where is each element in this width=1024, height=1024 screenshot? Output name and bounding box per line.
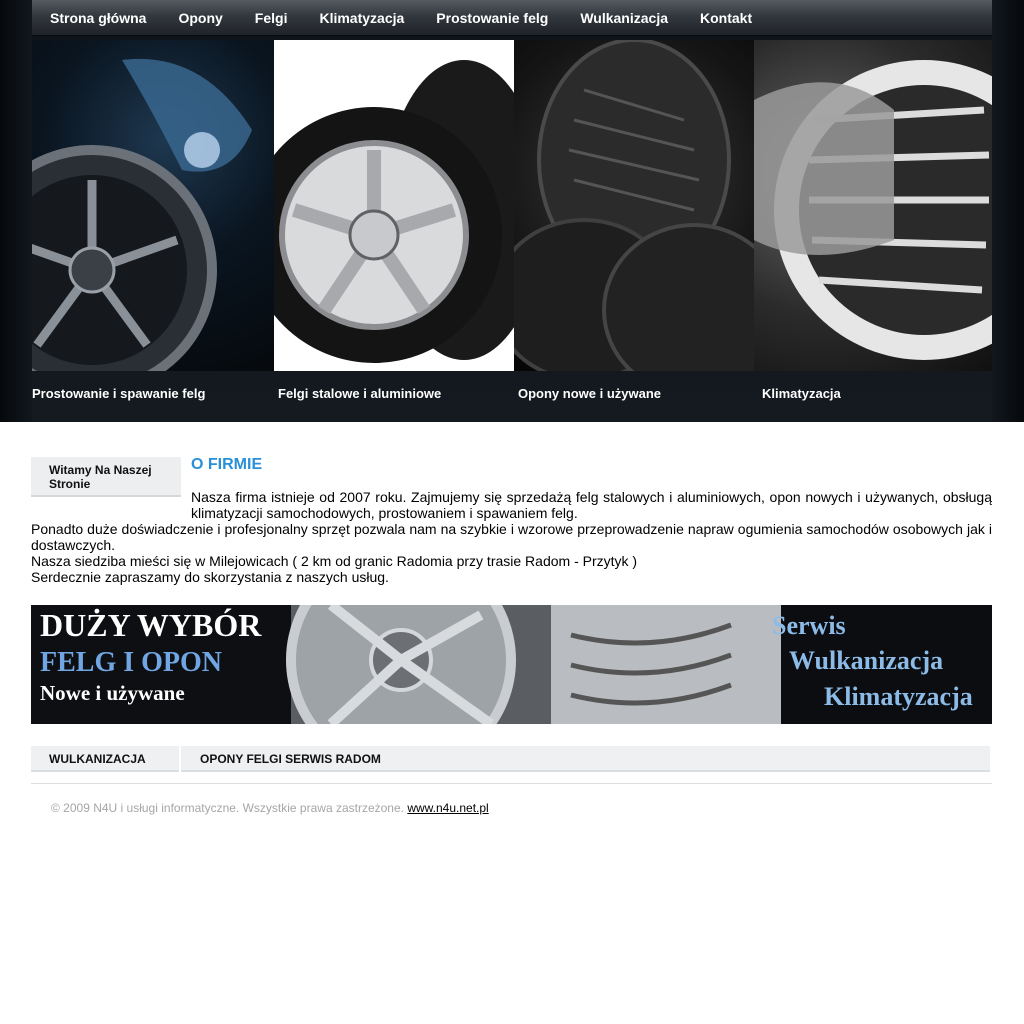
- alloy-rim-image[interactable]: [274, 40, 514, 371]
- promo-right-3: Klimatyzacja: [824, 682, 973, 711]
- footer-tabs: WULKANIZACJA OPONY FELGI SERWIS RADOM: [31, 746, 990, 772]
- air-conditioning-image[interactable]: [754, 40, 992, 371]
- nav-air-conditioning[interactable]: Klimatyzacja: [319, 0, 404, 36]
- panel-labels: Prostowanie i spawanie felg Felgi stalow…: [32, 380, 992, 410]
- paragraph-1: Nasza firma istnieje od 2007 roku. Zajmu…: [191, 489, 992, 521]
- promo-banner: DUŻY WYBÓR FELG I OPON Nowe i używane Se…: [31, 605, 992, 724]
- main-nav: Strona główna Opony Felgi Klimatyzacja P…: [32, 0, 992, 36]
- tab-tires-rims-service[interactable]: OPONY FELGI SERWIS RADOM: [200, 746, 381, 772]
- paragraph-2: Ponadto duże doświadczenie i profesjonal…: [31, 521, 992, 553]
- promo-right-1: Serwis: [772, 611, 846, 640]
- copyright-text: © 2009 N4U i usługi informatyczne. Wszys…: [51, 801, 404, 815]
- promo-right-2: Wulkanizacja: [789, 646, 944, 675]
- footer-divider: [31, 783, 992, 784]
- welding-rim-image[interactable]: [32, 40, 274, 371]
- nav-rim-straightening[interactable]: Prostowanie felg: [436, 0, 548, 36]
- section-title: O FIRMIE: [191, 456, 263, 473]
- nav-vulcanization[interactable]: Wulkanizacja: [580, 0, 668, 36]
- promo-line-3: Nowe i używane: [40, 681, 185, 705]
- nav-tires[interactable]: Opony: [178, 0, 222, 36]
- banner-panels: [32, 40, 992, 371]
- panel-label-tires[interactable]: Opony nowe i używane: [518, 386, 661, 401]
- panel-label-air-conditioning[interactable]: Klimatyzacja: [762, 386, 841, 401]
- copyright: © 2009 N4U i usługi informatyczne. Wszys…: [51, 801, 489, 815]
- footer-link[interactable]: www.n4u.net.pl: [407, 801, 488, 815]
- tires-image[interactable]: [514, 40, 754, 371]
- company-description: Nasza firma istnieje od 2007 roku. Zajmu…: [31, 489, 992, 585]
- welcome-label: Witamy Na Naszej Stronie: [49, 463, 152, 491]
- paragraph-3: Nasza siedziba mieści się w Milejowicach…: [31, 553, 638, 569]
- promo-line-2: FELG I OPON: [40, 647, 223, 678]
- nav-rims[interactable]: Felgi: [255, 0, 288, 36]
- promo-line-1: DUŻY WYBÓR: [40, 607, 262, 643]
- nav-home[interactable]: Strona główna: [50, 0, 146, 36]
- panel-label-welding[interactable]: Prostowanie i spawanie felg: [32, 386, 205, 401]
- paragraph-4: Serdecznie zapraszamy do skorzystania z …: [31, 569, 389, 585]
- nav-contact[interactable]: Kontakt: [700, 0, 752, 36]
- panel-label-rims[interactable]: Felgi stalowe i aluminiowe: [278, 386, 441, 401]
- tab-vulcanization[interactable]: WULKANIZACJA: [31, 746, 181, 772]
